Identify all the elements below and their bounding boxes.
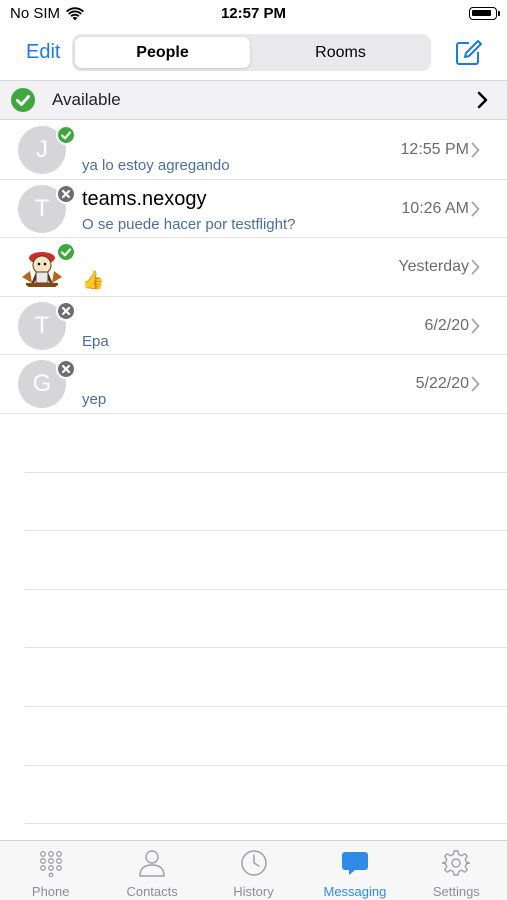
chevron-right-icon [471, 376, 480, 392]
tab-phone[interactable]: Phone [0, 841, 101, 900]
online-status-icon [56, 242, 76, 263]
people-rooms-segmented-control: People Rooms [72, 34, 431, 71]
last-message: O se puede hacer por testflight? [82, 215, 296, 233]
chevron-right-icon [471, 142, 480, 158]
tab-label: History [233, 884, 274, 899]
online-status-icon [56, 125, 76, 145]
chevron-right-icon [477, 91, 488, 109]
empty-list-separator [25, 766, 507, 825]
empty-list-separator [25, 531, 507, 590]
chevron-right-icon [471, 201, 480, 216]
empty-list-separator [25, 414, 507, 473]
last-message: yep [82, 391, 107, 409]
availability-row[interactable]: Available [0, 80, 507, 120]
chevron-right-icon [471, 259, 480, 275]
message-time: 12:55 PM [400, 141, 469, 158]
tab-messaging[interactable]: Messaging [304, 841, 405, 900]
status-bar: No SIM 12:57 PM [0, 0, 507, 28]
message-time: Yesterday [398, 258, 469, 276]
contact-name: teams.nexogy [82, 187, 207, 210]
empty-list-separator [25, 707, 507, 766]
available-check-icon [11, 88, 35, 112]
empty-list-separator [25, 590, 507, 649]
tab-settings[interactable]: Settings [406, 841, 507, 900]
keypad-icon [39, 851, 62, 877]
conversation-row[interactable]: G yep 5/22/20 [0, 355, 507, 414]
offline-status-icon [56, 359, 76, 380]
tab-label: Settings [432, 884, 480, 899]
status-time: 12:57 PM [220, 5, 287, 22]
segment-rooms[interactable]: Rooms [253, 37, 428, 68]
clock-icon [240, 850, 267, 876]
chat-bubble-icon [341, 852, 368, 875]
offline-status-icon [56, 300, 76, 321]
empty-list-separator [25, 648, 507, 707]
gear-icon [442, 850, 471, 876]
offline-status-icon [56, 183, 76, 204]
person-icon [139, 850, 165, 877]
tab-label: Contacts [126, 884, 178, 899]
last-message: 👍 [82, 270, 105, 291]
conversation-row[interactable]: J ya lo estoy agregando 12:55 PM [0, 121, 507, 180]
tab-label: Phone [31, 884, 70, 899]
last-message: ya lo estoy agregando [82, 157, 230, 174]
availability-label: Available [52, 90, 121, 109]
segment-people[interactable]: People [75, 37, 250, 68]
nav-bar: Edit People Rooms [0, 28, 507, 80]
chevron-right-icon [471, 318, 480, 334]
compose-icon[interactable] [453, 38, 483, 68]
message-time: 10:26 AM [401, 199, 469, 217]
message-time: 5/22/20 [415, 375, 469, 393]
tab-label: Messaging [323, 884, 387, 899]
tab-bar: Phone Contacts History Messaging Setting… [0, 840, 507, 900]
tab-history[interactable]: History [203, 841, 304, 900]
conversation-list: J ya lo estoy agregando 12:55 PM T teams… [0, 121, 507, 825]
conversation-row[interactable]: 👍 Yesterday [0, 238, 507, 297]
tab-contacts[interactable]: Contacts [101, 841, 202, 900]
empty-list-separator [25, 473, 507, 532]
last-message: Epa [82, 332, 109, 350]
message-time: 6/2/20 [424, 316, 469, 334]
battery-icon [469, 7, 500, 20]
conversation-row[interactable]: T teams.nexogy O se puede hacer por test… [0, 180, 507, 239]
edit-button[interactable]: Edit [26, 41, 60, 64]
conversation-row[interactable]: T Epa 6/2/20 [0, 297, 507, 356]
